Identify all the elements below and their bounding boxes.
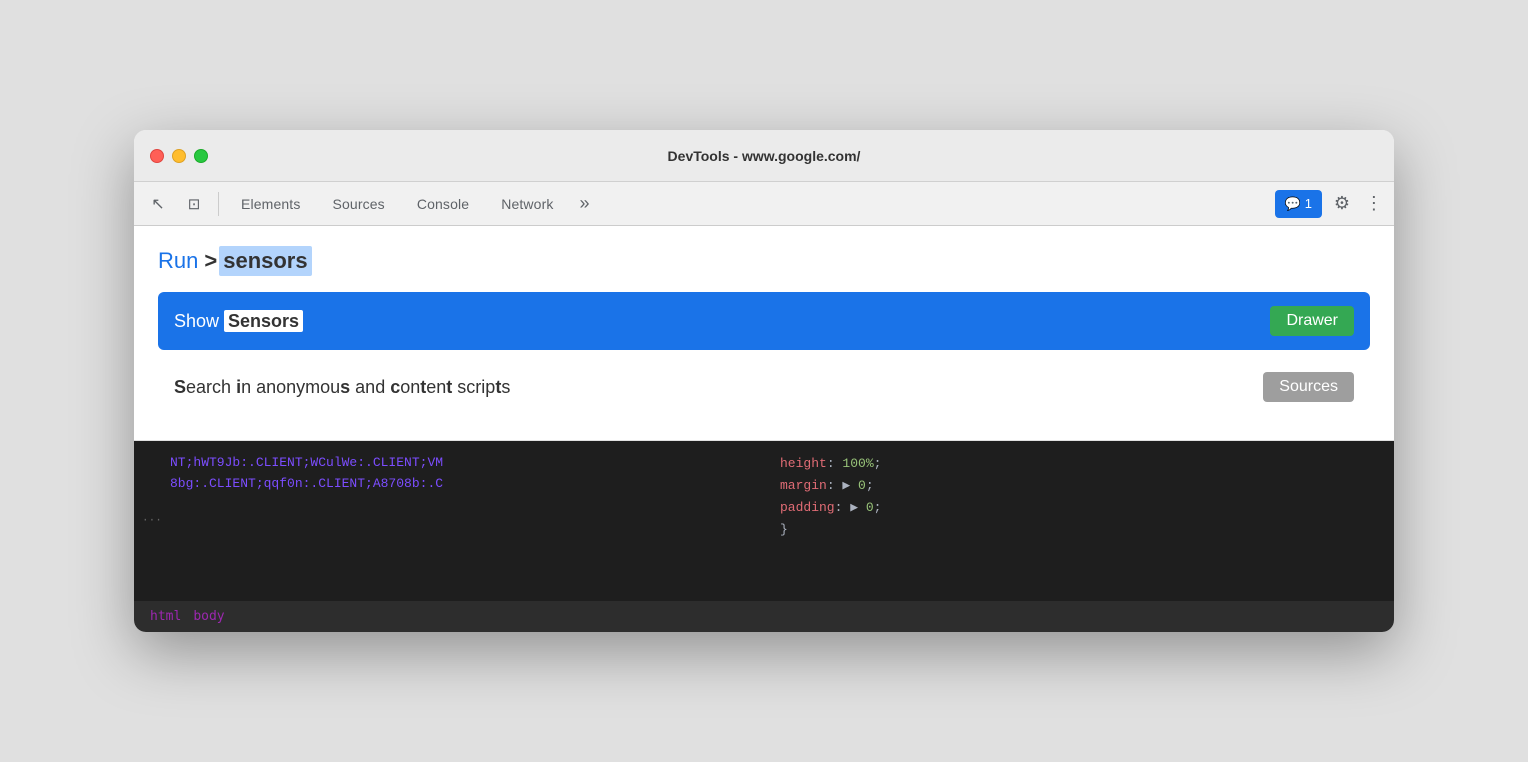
css-prop-padding: padding bbox=[780, 500, 835, 515]
code-line-2: 8bg:.CLIENT;qqf0n:.CLIENT;A8708b:.C bbox=[150, 474, 748, 495]
tab-network[interactable]: Network bbox=[487, 182, 567, 226]
kebab-menu-button[interactable]: ⋮ bbox=[1362, 188, 1386, 220]
tab-console[interactable]: Console bbox=[403, 182, 483, 226]
css-line-height: height: 100%; bbox=[780, 453, 1378, 475]
css-prop-height: height bbox=[780, 456, 827, 471]
maximize-button[interactable] bbox=[194, 149, 208, 163]
code-line-1: NT;hWT9Jb:.CLIENT;WCulWe:.CLIENT;VM bbox=[150, 453, 748, 474]
cursor-icon: ↖ bbox=[151, 194, 164, 214]
devtools-toolbar: ↖ ⊡ Elements Sources Console Network » 💬… bbox=[134, 182, 1394, 226]
close-button[interactable] bbox=[150, 149, 164, 163]
breadcrumb-bar: html body bbox=[134, 601, 1394, 632]
breadcrumb-html[interactable]: html bbox=[150, 609, 181, 624]
padding-arrow[interactable]: ▶ bbox=[850, 500, 858, 515]
suggestion-search-text: Search in anonymous and content scripts bbox=[174, 377, 510, 398]
devtools-window: DevTools - www.google.com/ ↖ ⊡ Elements … bbox=[134, 130, 1394, 632]
settings-button[interactable]: ⚙ bbox=[1326, 188, 1358, 220]
sensors-highlight: Sensors bbox=[224, 310, 303, 332]
suggestion-show-sensors[interactable]: Show Sensors Drawer bbox=[158, 292, 1370, 350]
panel-handle: ··· bbox=[142, 515, 162, 527]
tab-elements[interactable]: Elements bbox=[227, 182, 314, 226]
t2-highlight: t bbox=[446, 377, 452, 397]
typed-text: sensors bbox=[219, 246, 311, 276]
notification-button[interactable]: 💬 1 bbox=[1275, 190, 1322, 218]
chevron-symbol: > bbox=[204, 248, 217, 274]
sources-badge: Sources bbox=[1263, 372, 1354, 402]
css-line-padding: padding: ▶ 0; bbox=[780, 497, 1378, 519]
minimize-button[interactable] bbox=[172, 149, 186, 163]
run-label: Run bbox=[158, 248, 198, 274]
chat-icon: 💬 bbox=[1285, 196, 1301, 212]
left-panel: ··· NT;hWT9Jb:.CLIENT;WCulWe:.CLIENT;VM … bbox=[134, 441, 764, 601]
suggestion-search-scripts[interactable]: Search in anonymous and content scripts … bbox=[158, 358, 1370, 416]
c-highlight: c bbox=[390, 377, 400, 397]
traffic-lights bbox=[150, 149, 208, 163]
main-content: ··· NT;hWT9Jb:.CLIENT;WCulWe:.CLIENT;VM … bbox=[134, 441, 1394, 601]
drawer-badge: Drawer bbox=[1270, 306, 1354, 336]
window-title: DevTools - www.google.com/ bbox=[668, 148, 861, 164]
css-line-margin: margin: ▶ 0; bbox=[780, 475, 1378, 497]
css-prop-margin: margin bbox=[780, 478, 827, 493]
cursor-icon-btn[interactable]: ↖ bbox=[142, 188, 174, 220]
suggestion-show-sensors-text: Show Sensors bbox=[174, 311, 303, 332]
toolbar-divider bbox=[218, 192, 219, 216]
device-icon: ⊡ bbox=[188, 195, 201, 213]
title-bar: DevTools - www.google.com/ bbox=[134, 130, 1394, 182]
s-highlight: S bbox=[174, 377, 186, 397]
more-tabs-button[interactable]: » bbox=[572, 182, 598, 226]
css-closing-brace: } bbox=[780, 519, 1378, 541]
css-val-margin: 0 bbox=[850, 478, 866, 493]
command-input-line: Run >sensors bbox=[158, 246, 1370, 276]
command-area: Run >sensors Show Sensors Drawer Search … bbox=[134, 226, 1394, 441]
gear-icon: ⚙ bbox=[1334, 193, 1350, 214]
t-highlight: t bbox=[420, 377, 426, 397]
breadcrumb-body[interactable]: body bbox=[193, 609, 224, 624]
css-val-height: 100% bbox=[842, 456, 873, 471]
t3-highlight: t bbox=[495, 377, 501, 397]
notification-count: 1 bbox=[1305, 196, 1312, 211]
device-icon-btn[interactable]: ⊡ bbox=[178, 188, 210, 220]
s2-highlight: s bbox=[340, 377, 350, 397]
tab-sources[interactable]: Sources bbox=[318, 182, 398, 226]
right-panel: height: 100%; margin: ▶ 0; padding: ▶ 0;… bbox=[764, 441, 1394, 601]
i-highlight: i bbox=[236, 377, 241, 397]
css-val-padding: 0 bbox=[858, 500, 874, 515]
